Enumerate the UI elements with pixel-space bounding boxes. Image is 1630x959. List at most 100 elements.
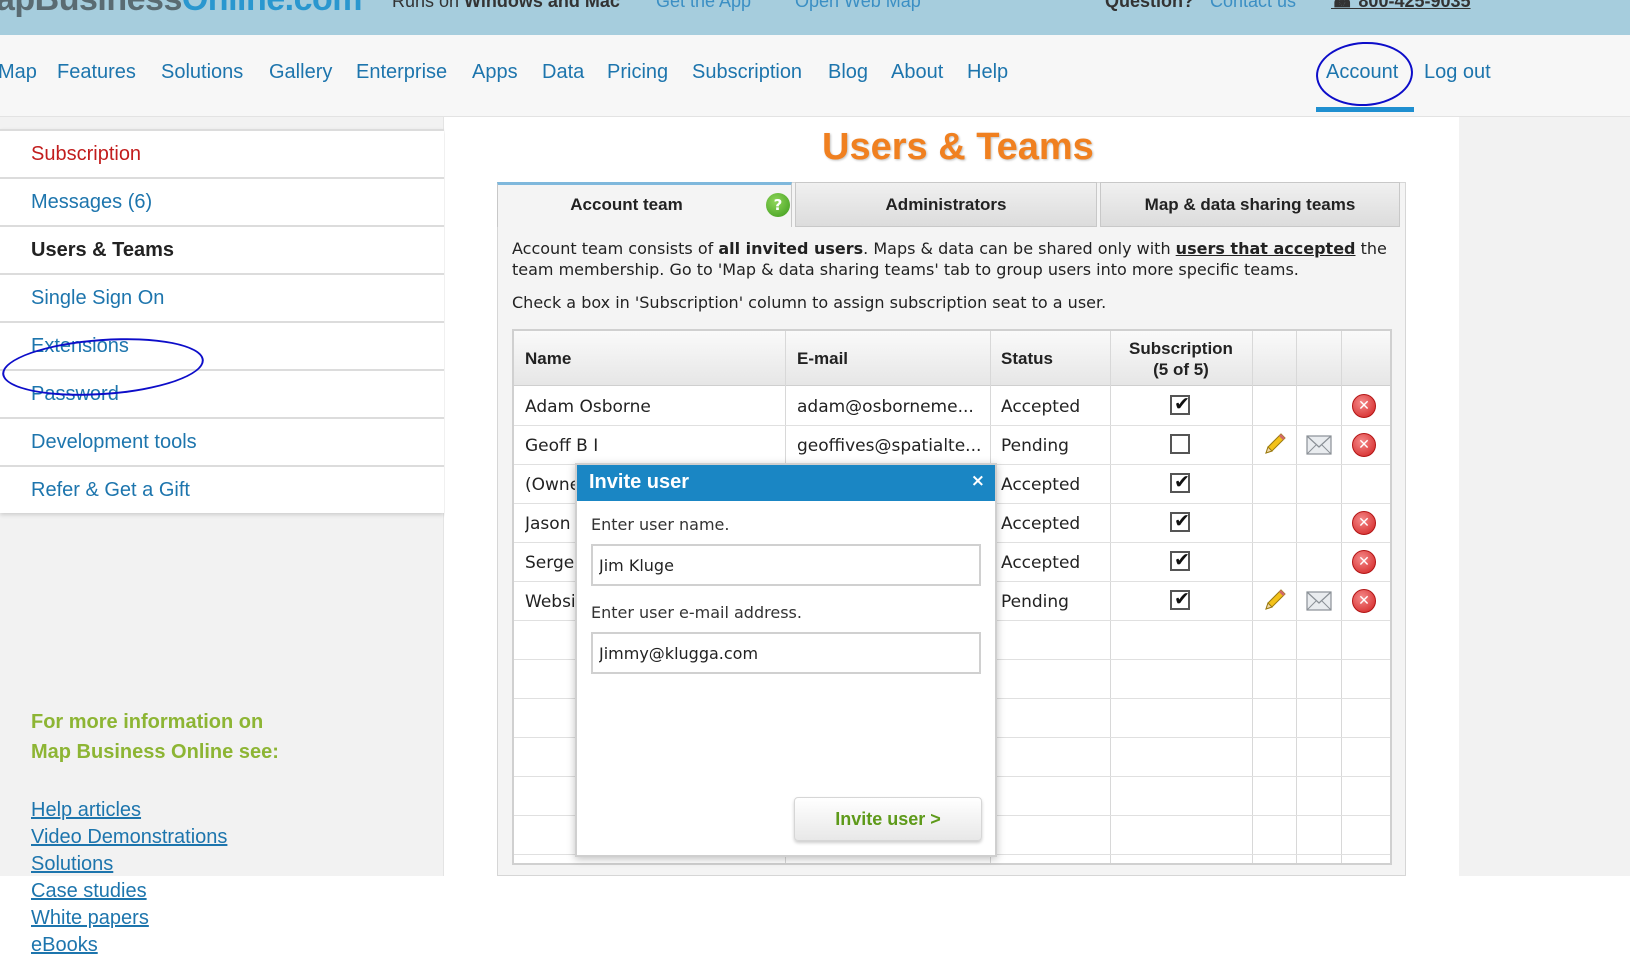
nav-map[interactable]: Map	[0, 61, 37, 84]
nav-help[interactable]: Help	[967, 61, 1008, 84]
invite-user-dialog: Invite user × Enter user name. Enter use…	[575, 463, 997, 857]
pencil-icon[interactable]	[1262, 587, 1288, 613]
col-name-header[interactable]: Name	[525, 331, 571, 386]
delete-icon[interactable]: ✕	[1352, 589, 1376, 613]
case-studies-link[interactable]: Case studies	[31, 878, 227, 905]
ebooks-link[interactable]: eBooks	[31, 932, 227, 959]
delete-icon[interactable]: ✕	[1352, 511, 1376, 535]
user-name: Adam Osborne	[525, 397, 651, 417]
site-logo[interactable]: apBusinessOnline.com	[0, 0, 363, 19]
sidebar-item-development-tools[interactable]: Development tools	[0, 417, 444, 465]
user-name: Geoff B I	[525, 436, 599, 456]
nav-features[interactable]: Features	[57, 61, 136, 84]
checkmark-icon: ✔	[1174, 549, 1190, 571]
invite-user-button[interactable]: Invite user >	[794, 797, 982, 841]
nav-pricing[interactable]: Pricing	[607, 61, 668, 84]
tab-sharing-teams[interactable]: Map & data sharing teams	[1100, 182, 1400, 227]
table-header: Name E-mail Status Subscription (5 of 5)	[514, 331, 1390, 386]
sidebar-item-extensions[interactable]: Extensions	[0, 321, 444, 369]
subscription-seat-count: (5 of 5)	[1153, 359, 1209, 379]
top-banner: apBusinessOnline.com Runs on Windows and…	[0, 0, 1630, 35]
col-divider	[1296, 331, 1297, 863]
sidebar-item-single-sign-on[interactable]: Single Sign On	[0, 273, 444, 321]
subscription-checkbox[interactable]: ✔	[1170, 549, 1190, 571]
tab-account-team[interactable]: Account team	[497, 182, 792, 227]
user-email: adam@osborneme...	[797, 397, 974, 417]
sidebar-item-subscription[interactable]: Subscription	[0, 129, 444, 177]
nav-logout[interactable]: Log out	[1424, 61, 1491, 84]
nav-account[interactable]: Account	[1326, 61, 1398, 84]
solutions-link[interactable]: Solutions	[31, 851, 227, 878]
col-status-header[interactable]: Status	[1001, 331, 1053, 386]
user-status: Accepted	[1001, 553, 1081, 573]
account-menu: Subscription Messages (6) Users & Teams …	[0, 129, 444, 513]
info-links: Help articles Video Demonstrations Solut…	[31, 797, 227, 959]
phone-number[interactable]: ☎ 800-425-9035	[1331, 0, 1471, 12]
user-status: Accepted	[1001, 397, 1081, 417]
user-name-label: Enter user name.	[591, 515, 730, 534]
tab-account-team-label: Account team	[570, 195, 683, 214]
user-email-label: Enter user e-mail address.	[591, 603, 802, 622]
checkmark-icon: ✔	[1174, 471, 1190, 493]
user-email-input[interactable]	[591, 632, 981, 674]
envelope-icon[interactable]	[1306, 434, 1332, 456]
nav-subscription[interactable]: Subscription	[692, 61, 802, 84]
info-heading: For more information on Map Business Onl…	[31, 711, 279, 763]
row-divider	[514, 425, 1390, 426]
subscription-header-label: Subscription	[1129, 338, 1233, 358]
col-divider	[1341, 331, 1342, 863]
sidebar-item-refer-gift[interactable]: Refer & Get a Gift	[0, 465, 444, 513]
delete-icon[interactable]: ✕	[1352, 394, 1376, 418]
nav-gallery[interactable]: Gallery	[269, 61, 332, 84]
user-status: Pending	[1001, 436, 1069, 456]
page-title: Users & Teams	[822, 126, 1094, 168]
delete-icon[interactable]: ✕	[1352, 550, 1376, 574]
user-status: Pending	[1001, 592, 1069, 612]
get-app-link[interactable]: Get the App	[656, 0, 751, 12]
dialog-header: Invite user ×	[577, 465, 995, 501]
nav-apps[interactable]: Apps	[472, 61, 518, 84]
help-articles-link[interactable]: Help articles	[31, 797, 227, 824]
tab-administrators[interactable]: Administrators	[795, 182, 1097, 227]
close-icon[interactable]: ×	[971, 471, 985, 491]
user-status: Accepted	[1001, 475, 1081, 495]
subscription-checkbox[interactable]: ✔	[1170, 393, 1190, 415]
nav-enterprise[interactable]: Enterprise	[356, 61, 447, 84]
nav-about[interactable]: About	[891, 61, 943, 84]
envelope-icon[interactable]	[1306, 590, 1332, 612]
open-web-map-link[interactable]: Open Web Map	[795, 0, 921, 12]
user-email: geoffives@spatialte...	[797, 436, 982, 456]
nav-data[interactable]: Data	[542, 61, 584, 84]
description-text: Account team consists of all invited use…	[512, 239, 1387, 279]
subscription-checkbox[interactable]	[1170, 434, 1190, 454]
checkmark-icon: ✔	[1174, 588, 1190, 610]
help-icon[interactable]: ?	[766, 193, 790, 217]
video-demos-link[interactable]: Video Demonstrations	[31, 824, 227, 851]
dialog-title: Invite user	[589, 471, 690, 493]
contact-us-link[interactable]: Contact us	[1210, 0, 1296, 12]
col-subscription-header[interactable]: Subscription (5 of 5)	[1111, 331, 1251, 386]
nav-solutions[interactable]: Solutions	[161, 61, 243, 84]
pencil-icon[interactable]	[1262, 431, 1288, 457]
col-divider	[1110, 331, 1111, 863]
subscription-hint: Check a box in 'Subscription' column to …	[512, 293, 1107, 312]
user-status: Accepted	[1001, 514, 1081, 534]
col-divider	[1252, 331, 1253, 863]
delete-icon[interactable]: ✕	[1352, 433, 1376, 457]
col-email-header[interactable]: E-mail	[797, 331, 848, 386]
users-accepted-link[interactable]: users that accepted	[1176, 239, 1356, 258]
checkmark-icon: ✔	[1174, 510, 1190, 532]
sidebar: Subscription Messages (6) Users & Teams …	[0, 117, 444, 956]
user-name-input[interactable]	[591, 544, 981, 586]
subscription-checkbox[interactable]: ✔	[1170, 588, 1190, 610]
subscription-checkbox[interactable]: ✔	[1170, 510, 1190, 532]
right-gutter	[1459, 117, 1630, 876]
checkmark-icon: ✔	[1174, 393, 1190, 415]
nav-blog[interactable]: Blog	[828, 61, 868, 84]
white-papers-link[interactable]: White papers	[31, 905, 227, 932]
sidebar-item-users-teams[interactable]: Users & Teams	[0, 225, 444, 273]
subscription-checkbox[interactable]: ✔	[1170, 471, 1190, 493]
question-label: Question?	[1105, 0, 1194, 11]
sidebar-item-messages[interactable]: Messages (6)	[0, 177, 444, 225]
sidebar-item-password[interactable]: Password	[0, 369, 444, 417]
